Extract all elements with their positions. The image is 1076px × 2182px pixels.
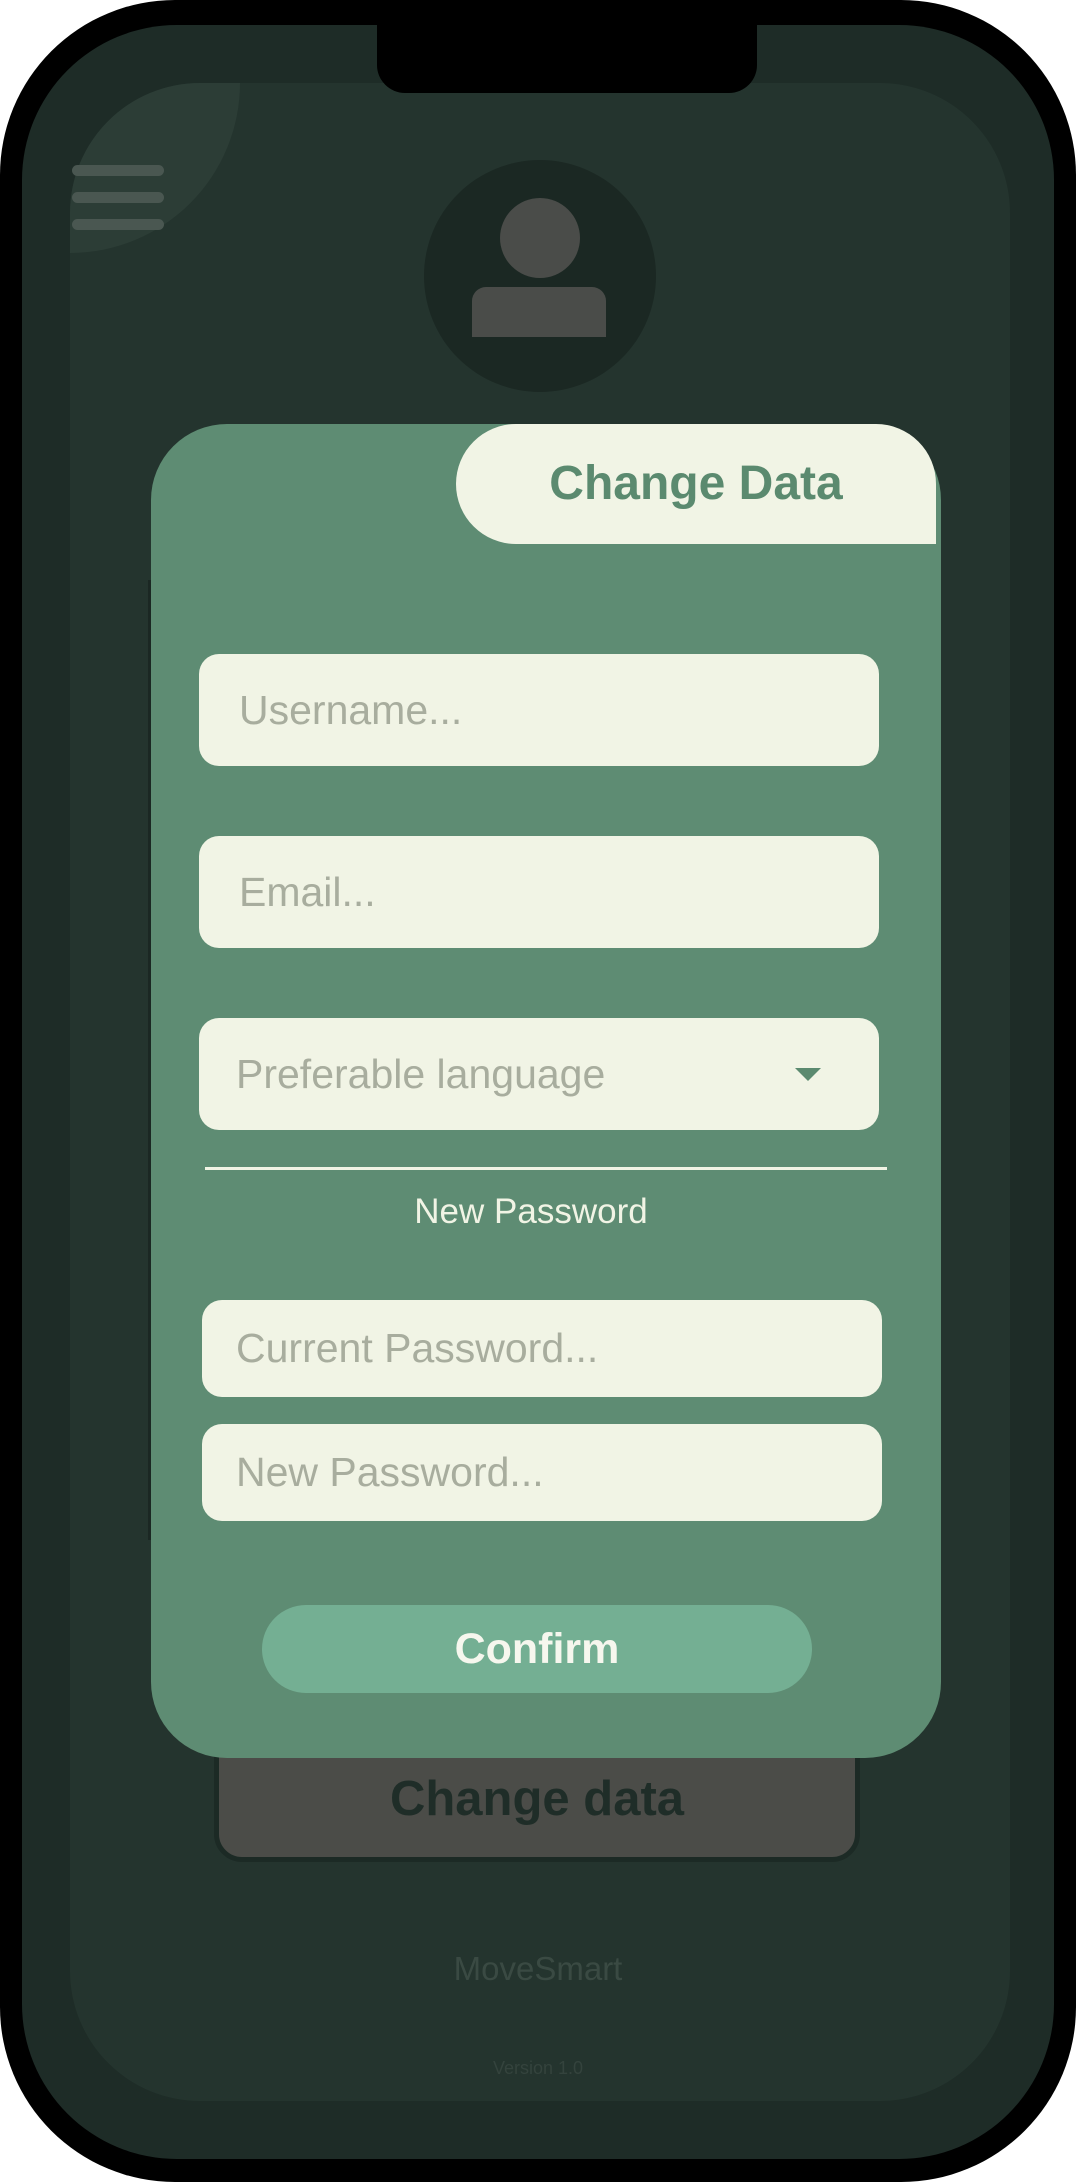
section-divider bbox=[205, 1167, 887, 1170]
new-password-section-label: New Password bbox=[414, 1192, 648, 1231]
confirm-button[interactable]: Confirm bbox=[262, 1605, 812, 1693]
app-name: MoveSmart bbox=[453, 1950, 623, 1987]
avatar-head bbox=[500, 198, 580, 278]
app-version: Version 1.0 bbox=[492, 2058, 584, 2078]
change-data-card: Change Data Preferable language New Pass… bbox=[151, 424, 941, 1758]
notch bbox=[377, 25, 757, 93]
change-data-background-button: Change data bbox=[214, 1740, 860, 1862]
email-input[interactable] bbox=[199, 836, 879, 948]
user-avatar-icon[interactable] bbox=[424, 160, 656, 392]
chevron-down-icon bbox=[795, 1068, 821, 1081]
language-select-value: Preferable language bbox=[236, 1051, 606, 1097]
language-select[interactable]: Preferable language bbox=[199, 1018, 879, 1130]
current-password-input[interactable] bbox=[202, 1300, 882, 1397]
hamburger-menu-icon[interactable] bbox=[72, 165, 164, 231]
avatar-shoulders bbox=[472, 287, 606, 337]
new-password-input[interactable] bbox=[202, 1424, 882, 1521]
username-input[interactable] bbox=[199, 654, 879, 766]
card-title-tab: Change Data bbox=[456, 424, 936, 544]
